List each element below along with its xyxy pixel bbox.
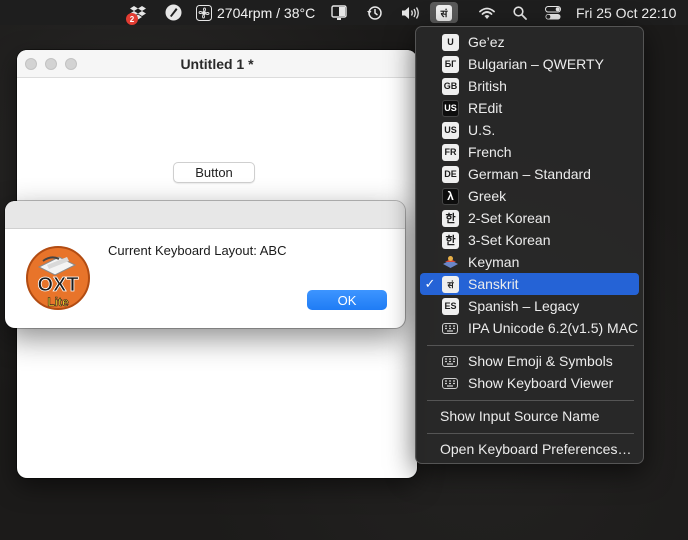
alert-message: Current Keyboard Layout: ABC xyxy=(108,243,287,258)
menu-item-label: Bulgarian – QWERTY xyxy=(468,56,604,72)
menubar-clock[interactable]: Fri 25 Oct 22:10 xyxy=(576,0,684,25)
british-icon: GB xyxy=(442,77,459,95)
menu-item-label: Ge’ez xyxy=(468,34,505,50)
menu-item-label: Spanish – Legacy xyxy=(468,298,580,314)
bulgarian-flag-icon: БГ xyxy=(442,55,459,73)
menu-item-redit[interactable]: US REdit xyxy=(420,97,639,119)
korean-icon: 한 xyxy=(442,209,459,227)
menu-item-label: Open Keyboard Preferences… xyxy=(440,441,632,457)
input-source-menu: U Ge’ez БГ Bulgarian – QWERTY GB British… xyxy=(415,26,644,464)
menu-item-sanskrit[interactable]: ✓ सं Sanskrit xyxy=(420,273,639,295)
window-title: Untitled 1 * xyxy=(180,56,254,72)
menu-item-label: British xyxy=(468,78,507,94)
window-titlebar[interactable]: Untitled 1 * xyxy=(17,50,417,78)
menu-separator xyxy=(427,400,634,401)
menu-item-label: 3-Set Korean xyxy=(468,232,551,248)
menu-item-spanish[interactable]: ES Spanish – Legacy xyxy=(420,295,639,317)
time-machine-icon[interactable] xyxy=(364,0,386,25)
menu-item-label: REdit xyxy=(468,100,503,116)
sanskrit-icon: सं xyxy=(442,275,459,293)
menu-item-us[interactable]: US U.S. xyxy=(420,119,639,141)
geez-icon: U xyxy=(442,33,459,51)
menu-item-3set-korean[interactable]: 한 3-Set Korean xyxy=(420,229,639,251)
input-source-glyph: सं xyxy=(436,4,452,21)
menu-item-label: U.S. xyxy=(468,122,496,138)
menu-item-label: Show Input Source Name xyxy=(440,408,600,424)
display-icon[interactable] xyxy=(328,0,350,25)
control-center-icon[interactable] xyxy=(543,0,563,25)
menu-item-label: Sanskrit xyxy=(468,276,519,292)
alert-titlebar xyxy=(5,201,405,229)
redit-icon: US xyxy=(442,99,459,117)
greek-icon: λ xyxy=(442,187,459,205)
ok-button[interactable]: OK xyxy=(307,290,387,310)
menu-item-show-keyboard-viewer[interactable]: Show Keyboard Viewer xyxy=(420,372,639,394)
menu-item-british[interactable]: GB British xyxy=(420,75,639,97)
menu-item-greek[interactable]: λ Greek xyxy=(420,185,639,207)
menu-item-label: Greek xyxy=(468,188,507,204)
logo-subtext: Lite xyxy=(47,295,69,309)
german-icon: DE xyxy=(442,165,459,183)
fan-stats-text: 2704rpm / 38°C xyxy=(217,4,316,21)
korean-icon: 한 xyxy=(442,231,459,249)
menu-item-label: French xyxy=(468,144,512,160)
menu-item-french[interactable]: FR French xyxy=(420,141,639,163)
notification-badge: 2 xyxy=(126,13,138,25)
emoji-symbols-icon xyxy=(442,355,458,367)
menu-item-label: German – Standard xyxy=(468,166,591,182)
keyboard-viewer-icon xyxy=(442,377,458,389)
french-icon: FR xyxy=(442,143,459,161)
checkmark-icon: ✓ xyxy=(424,276,436,291)
menu-item-2set-korean[interactable]: 한 2-Set Korean xyxy=(420,207,639,229)
menu-item-label: Show Keyboard Viewer xyxy=(468,375,614,391)
menu-item-label: Keyman xyxy=(468,254,520,270)
spanish-icon: ES xyxy=(442,297,459,315)
menu-item-ipa-unicode[interactable]: IPA Unicode 6.2(v1.5) MAC xyxy=(420,317,639,339)
fan-stats[interactable]: 2704rpm / 38°C xyxy=(196,0,316,25)
menu-item-bulgarian[interactable]: БГ Bulgarian – QWERTY xyxy=(420,53,639,75)
menu-item-show-input-source-name[interactable]: Show Input Source Name xyxy=(420,405,639,427)
menu-item-open-keyboard-preferences[interactable]: Open Keyboard Preferences… xyxy=(420,438,639,460)
menu-item-label: 2-Set Korean xyxy=(468,210,551,226)
volume-icon[interactable] xyxy=(400,0,422,25)
oxt-lite-logo-icon: OXT Lite xyxy=(25,245,91,311)
menu-item-label: IPA Unicode 6.2(v1.5) MAC xyxy=(468,320,639,336)
menu-item-keyman[interactable]: Keyman xyxy=(420,251,639,273)
artstudio-icon[interactable] xyxy=(162,0,184,25)
menu-item-geez[interactable]: U Ge’ez xyxy=(420,31,639,53)
menu-bar: 2 2704rpm / 38°C सं Fri 25 Oct 22:10 xyxy=(0,0,688,25)
keyman-icon xyxy=(442,254,459,271)
fan-icon xyxy=(196,4,212,21)
search-icon[interactable] xyxy=(510,0,530,25)
alert-dialog: OXT Lite Current Keyboard Layout: ABC OK xyxy=(5,201,405,328)
keyboard-icon xyxy=(442,322,458,334)
menu-item-german[interactable]: DE German – Standard xyxy=(420,163,639,185)
us-icon: US xyxy=(442,121,459,139)
logo-text: OXT xyxy=(37,274,78,296)
menu-separator xyxy=(427,433,634,434)
menu-item-show-emoji[interactable]: Show Emoji & Symbols xyxy=(420,350,639,372)
input-source-icon[interactable]: सं xyxy=(430,0,458,25)
wifi-icon[interactable] xyxy=(476,0,498,25)
menu-separator xyxy=(427,345,634,346)
menu-item-label: Show Emoji & Symbols xyxy=(468,353,613,369)
form-button[interactable]: Button xyxy=(173,162,255,183)
